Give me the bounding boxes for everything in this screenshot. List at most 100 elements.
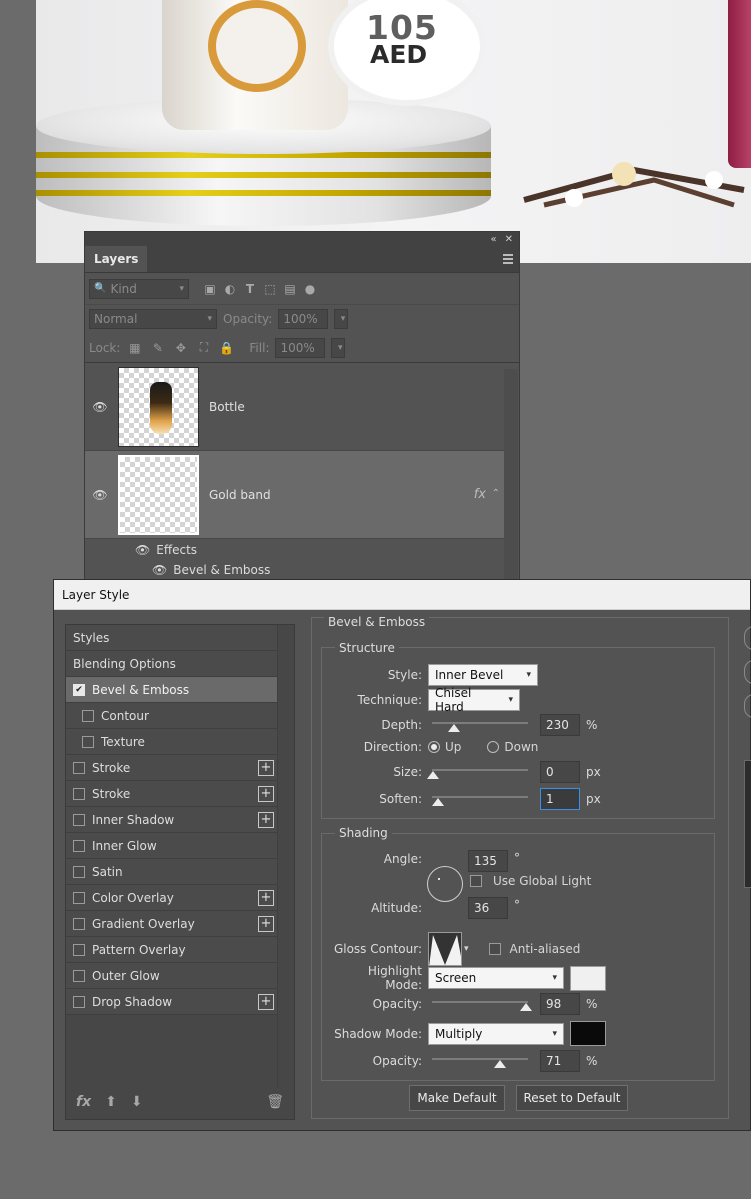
pixel-filter-icon[interactable]: ▣	[203, 282, 217, 296]
style-item-texture[interactable]: Texture	[66, 729, 277, 755]
checkbox[interactable]	[73, 761, 85, 774]
make-default-button[interactable]: Make Default	[409, 1085, 505, 1111]
fill-input[interactable]: 100%	[275, 337, 326, 358]
style-item-outer-glow[interactable]: Outer Glow	[66, 963, 277, 989]
highlight-mode-select[interactable]: Screen ▾	[428, 967, 564, 989]
style-item-inner-glow[interactable]: Inner Glow	[66, 833, 277, 859]
shadow-color-swatch[interactable]	[570, 1021, 606, 1046]
style-select[interactable]: Inner Bevel ▾	[428, 664, 538, 686]
checkbox[interactable]	[73, 865, 85, 878]
close-icon[interactable]: ✕	[505, 234, 513, 245]
highlight-color-swatch[interactable]	[570, 965, 606, 991]
add-icon[interactable]: +	[258, 760, 274, 776]
checkbox[interactable]: ✔	[73, 683, 85, 696]
altitude-input[interactable]: 36	[468, 897, 508, 919]
shadow-opacity-input[interactable]: 71	[540, 1050, 580, 1072]
slider-handle[interactable]	[520, 1003, 532, 1011]
visibility-eye-icon[interactable]: 👁	[85, 488, 115, 502]
direction-up-radio[interactable]: Up	[428, 740, 461, 754]
layer-row-gold-band[interactable]: 👁 Gold band fx ⌃	[85, 451, 504, 539]
add-icon[interactable]: +	[258, 812, 274, 828]
opacity-input[interactable]: 100%	[278, 309, 329, 329]
filter-toggle-icon[interactable]: ●	[303, 282, 317, 296]
style-item-gradient-overlay[interactable]: Gradient Overlay +	[66, 911, 277, 937]
slider-handle[interactable]	[432, 798, 444, 806]
slider-handle[interactable]	[448, 724, 460, 732]
checkbox[interactable]	[73, 917, 85, 930]
checkbox[interactable]	[73, 787, 85, 800]
trash-icon[interactable]: 🗑	[266, 1094, 284, 1110]
checkbox[interactable]	[82, 709, 94, 722]
checkbox[interactable]	[73, 995, 85, 1008]
visibility-eye-icon[interactable]: 👁	[152, 563, 167, 577]
checkbox[interactable]	[73, 943, 85, 956]
lock-image-icon[interactable]: ✎	[149, 341, 166, 355]
visibility-eye-icon[interactable]: 👁	[135, 543, 150, 557]
move-up-icon[interactable]: ⬆	[105, 1094, 117, 1110]
lock-artboard-icon[interactable]: ⛶	[195, 340, 212, 355]
highlight-opacity-input[interactable]: 98	[540, 993, 580, 1015]
size-input[interactable]: 0	[540, 761, 580, 783]
styles-scrollbar[interactable]	[277, 625, 294, 1088]
move-down-icon[interactable]: ⬇	[131, 1094, 143, 1110]
layers-scrollbar[interactable]	[504, 369, 518, 581]
style-item-pattern-overlay[interactable]: Pattern Overlay	[66, 937, 277, 963]
shadow-mode-select[interactable]: Multiply ▾	[428, 1022, 564, 1045]
size-slider[interactable]	[427, 765, 528, 779]
kind-filter-select[interactable]: 🔍 Kind ▾	[89, 278, 189, 299]
style-item-drop-shadow[interactable]: Drop Shadow +	[66, 989, 277, 1015]
cancel-button-edge[interactable]	[744, 660, 751, 684]
fill-dropdown[interactable]: ▾	[331, 337, 346, 358]
style-item-satin[interactable]: Satin	[66, 859, 277, 885]
layer-row-bottle[interactable]: 👁 Bottle	[85, 363, 504, 451]
highlight-opacity-slider[interactable]	[432, 997, 532, 1011]
global-light-row[interactable]: Use Global Light	[470, 874, 591, 888]
reset-default-button[interactable]: Reset to Default	[516, 1085, 628, 1111]
gloss-contour-picker[interactable]	[428, 932, 462, 966]
lock-transparent-icon[interactable]: ▦	[126, 341, 143, 355]
depth-slider[interactable]	[432, 718, 528, 732]
chevron-up-icon[interactable]: ⌃	[492, 488, 500, 499]
slider-handle[interactable]	[494, 1060, 506, 1068]
shadow-opacity-slider[interactable]	[432, 1054, 528, 1068]
angle-dial[interactable]	[427, 866, 463, 902]
blend-mode-select[interactable]: Normal ▾	[89, 309, 217, 329]
add-icon[interactable]: +	[258, 786, 274, 802]
shape-filter-icon[interactable]: ⬚	[263, 282, 277, 296]
slider-handle[interactable]	[427, 771, 439, 779]
style-item-inner-shadow[interactable]: Inner Shadow +	[66, 807, 277, 833]
lock-position-icon[interactable]: ✥	[172, 341, 189, 355]
tab-layers[interactable]: Layers	[85, 246, 148, 272]
style-item-stroke[interactable]: Stroke +	[66, 781, 277, 807]
styles-item[interactable]: Styles	[66, 625, 277, 651]
effects-row[interactable]: 👁 Effects	[85, 539, 519, 561]
checkbox[interactable]	[73, 969, 85, 982]
style-item-contour[interactable]: Contour	[66, 703, 277, 729]
panel-menu-icon[interactable]	[503, 254, 513, 264]
lock-all-icon[interactable]: 🔒	[218, 341, 235, 355]
depth-input[interactable]: 230	[540, 714, 580, 736]
fx-menu-icon[interactable]: fx	[76, 1094, 91, 1110]
checkbox[interactable]	[73, 813, 85, 826]
adjustment-filter-icon[interactable]: ◐	[223, 282, 237, 296]
add-icon[interactable]: +	[258, 890, 274, 906]
type-filter-icon[interactable]: T	[243, 282, 257, 296]
checkbox[interactable]	[488, 943, 501, 955]
style-item-bevel-emboss[interactable]: ✔ Bevel & Emboss	[66, 677, 277, 703]
style-item-color-overlay[interactable]: Color Overlay +	[66, 885, 277, 911]
collapse-icon[interactable]: «	[490, 234, 496, 245]
technique-select[interactable]: Chisel Hard ▾	[428, 686, 520, 714]
checkbox[interactable]	[73, 839, 85, 852]
angle-input[interactable]: 135	[468, 850, 508, 872]
effect-item-row[interactable]: 👁 Bevel & Emboss	[85, 561, 519, 579]
add-icon[interactable]: +	[258, 916, 274, 932]
smart-object-filter-icon[interactable]: ▤	[283, 282, 297, 296]
checkbox[interactable]	[82, 735, 94, 748]
blending-options-item[interactable]: Blending Options	[66, 651, 277, 677]
soften-input[interactable]: 1	[540, 788, 580, 810]
direction-down-radio[interactable]: Down	[487, 740, 538, 754]
checkbox[interactable]	[470, 875, 482, 887]
ok-button-edge[interactable]	[744, 626, 751, 650]
radio[interactable]	[428, 741, 440, 753]
checkbox[interactable]	[73, 891, 85, 904]
